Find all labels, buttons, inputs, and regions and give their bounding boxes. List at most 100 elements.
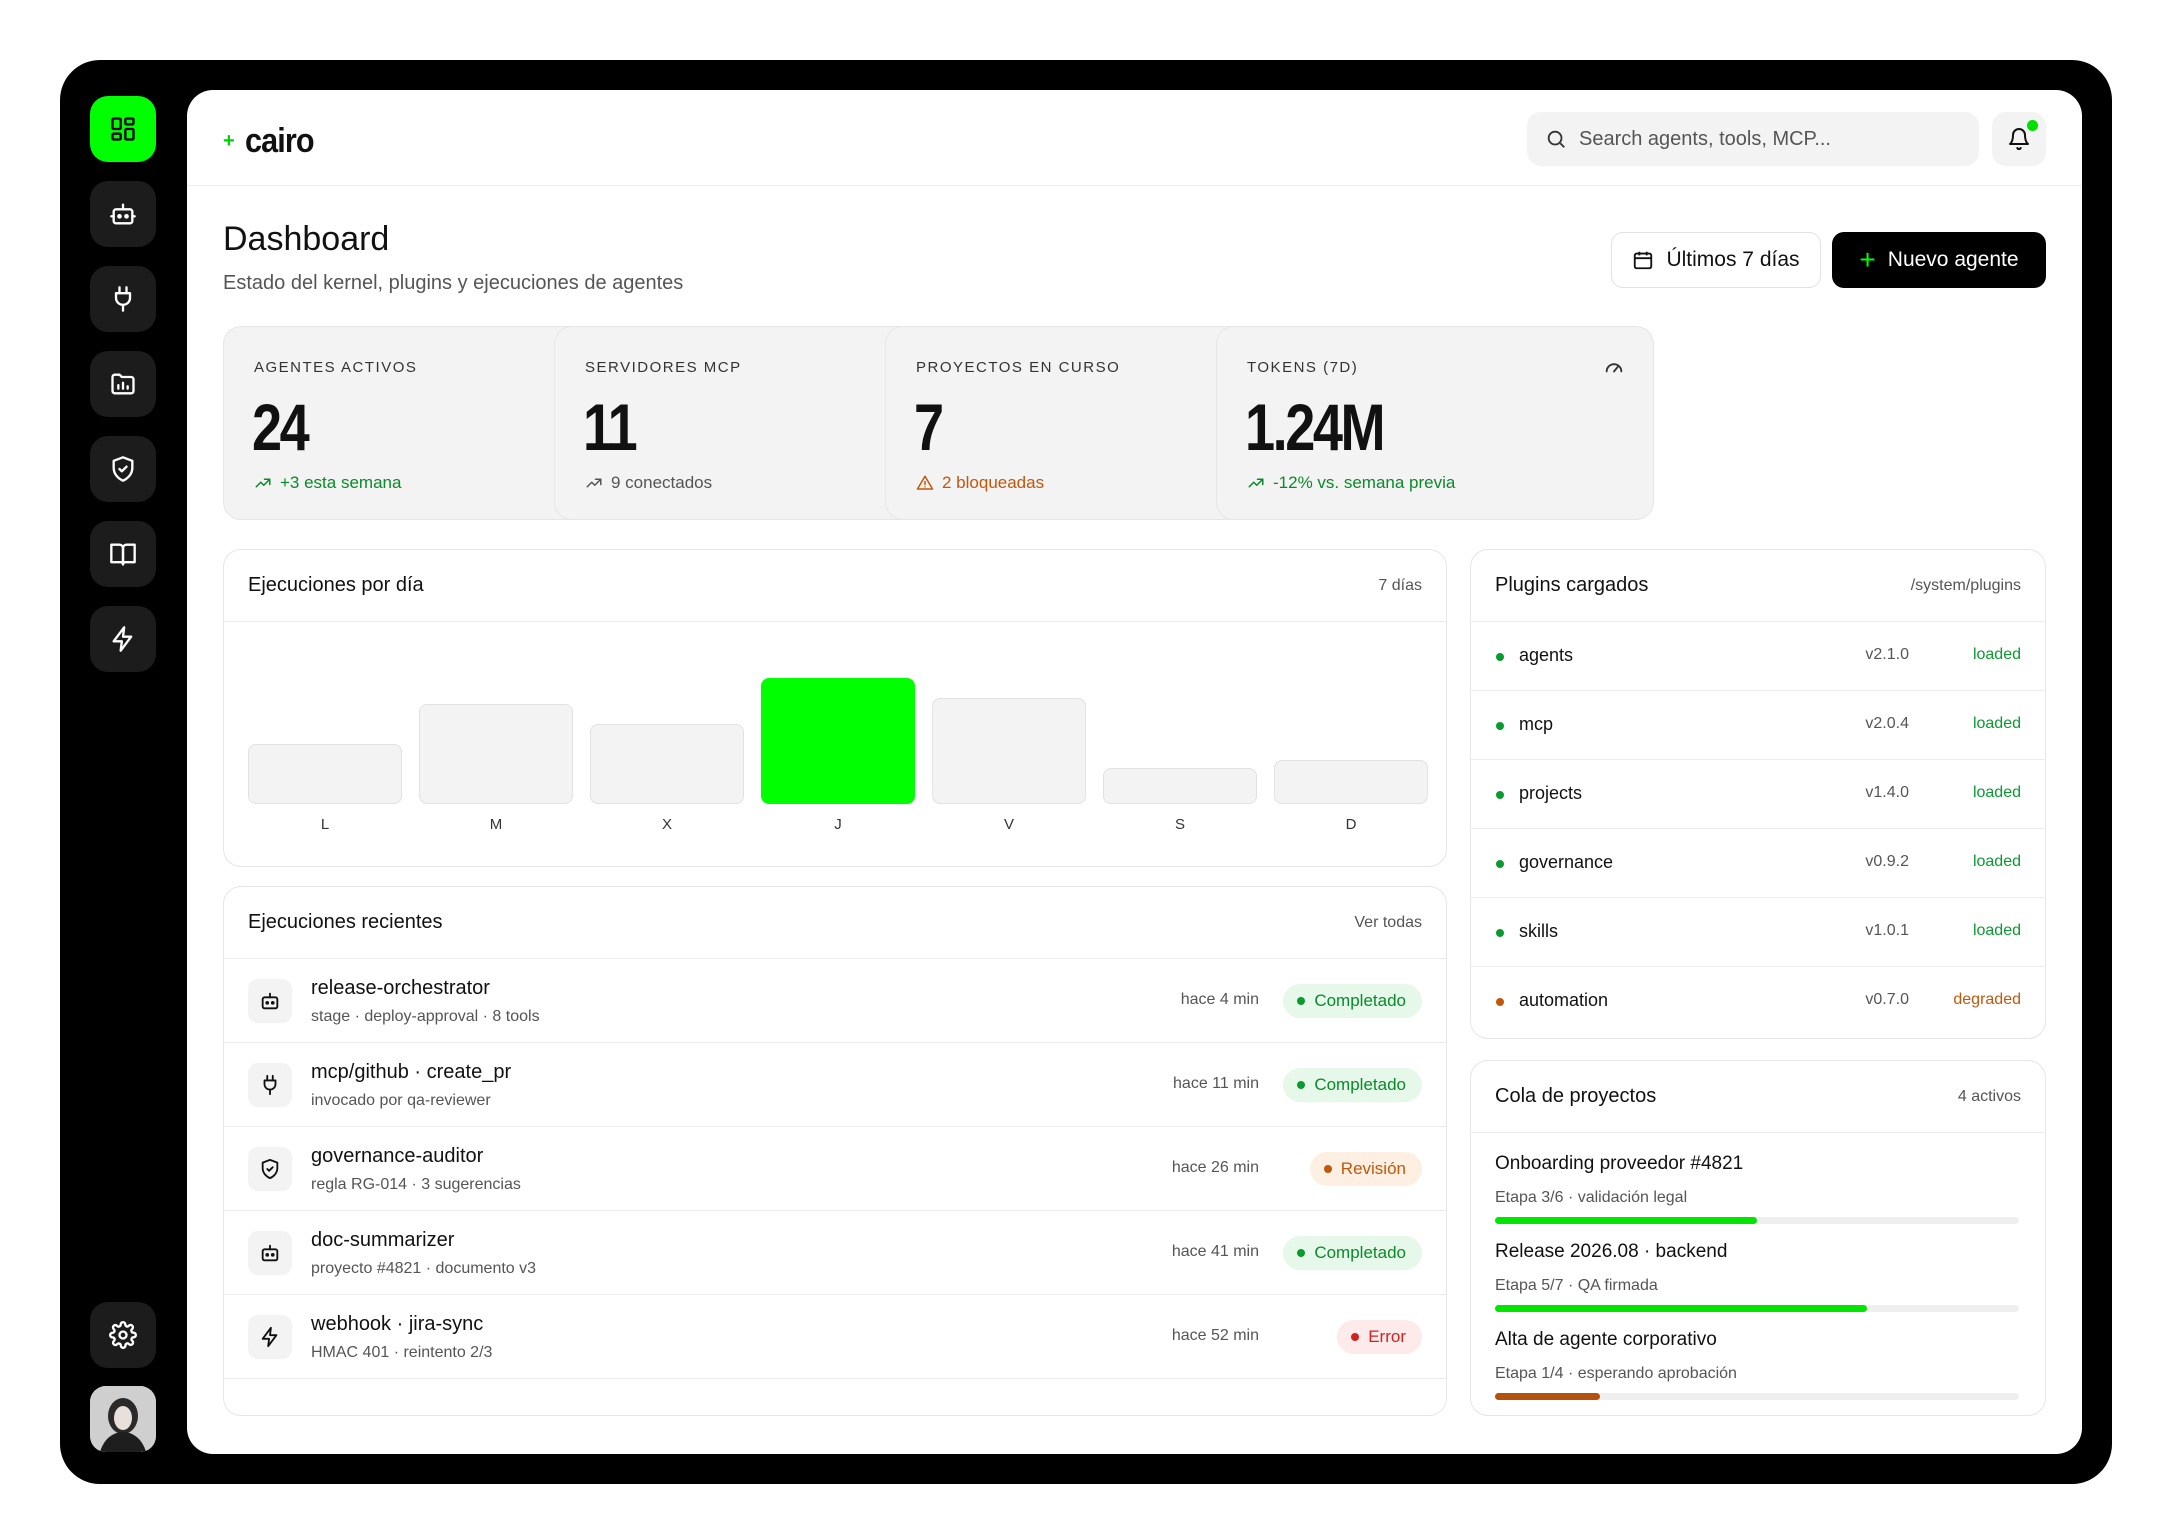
status-dot — [1323, 1165, 1332, 1173]
robot-icon — [261, 1244, 279, 1262]
sidebar-item-settings[interactable] — [90, 1302, 156, 1368]
stat-value: 7 — [914, 390, 944, 464]
project-stage: Etapa 1/4 · esperando aprobación — [1495, 1365, 1737, 1382]
chart-bar[interactable] — [1274, 760, 1428, 804]
stat-card-tokens[interactable]: Tokens (7d) 1.24M -12% vs. semana previa — [1216, 326, 1654, 520]
status-badge: Completado — [1283, 1068, 1422, 1102]
trend-up-icon — [586, 478, 602, 488]
status-dot — [1297, 1081, 1306, 1089]
user-avatar[interactable] — [90, 1386, 156, 1452]
trend-up-icon — [255, 478, 271, 488]
search-icon — [1547, 130, 1565, 148]
plugins-path: /system/plugins — [1910, 576, 2021, 594]
plugin-status-dot — [1496, 998, 1504, 1006]
plugin-status: loaded — [1972, 922, 2021, 939]
stat-foot: -12% vs. semana previa — [1273, 473, 1456, 492]
chart-bar[interactable] — [248, 744, 402, 804]
search-box[interactable] — [1527, 112, 1979, 166]
project-stage: Etapa 3/6 · validación legal — [1495, 1189, 1688, 1206]
execution-name: doc-summarizer — [311, 1229, 455, 1251]
sidebar-item-automation[interactable] — [90, 606, 156, 672]
plugin-name: projects — [1519, 783, 1583, 803]
chart-bar[interactable] — [419, 704, 573, 804]
execution-detail: stage · deploy-approval · 8 tools — [311, 1008, 540, 1025]
project-queue-item[interactable]: Onboarding proveedor #4821 Etapa 3/6 · va… — [1471, 1133, 2045, 1224]
project-queue-item[interactable]: Release 2026.08 · backend Etapa 5/7 · QA … — [1471, 1221, 2045, 1312]
warning-icon — [916, 475, 934, 490]
chart-bar[interactable] — [1103, 768, 1257, 804]
execution-row[interactable]: webhook · jira-sync HMAC 401 · reintento … — [224, 1295, 1446, 1379]
notification-dot — [2027, 120, 2038, 131]
execution-detail: proyecto #4821 · documento v3 — [311, 1260, 537, 1277]
sidebar — [90, 96, 156, 1452]
notifications-button[interactable] — [1992, 112, 2046, 166]
shield-check-icon — [112, 456, 134, 482]
plugins-card: Plugins cargados /system/plugins agents v… — [1470, 549, 2046, 1039]
plug-icon — [114, 286, 132, 312]
sidebar-item-skills[interactable] — [90, 521, 156, 587]
stat-foot: +3 esta semana — [280, 473, 402, 492]
sidebar-item-governance[interactable] — [90, 436, 156, 502]
robot-icon — [110, 203, 136, 225]
plugin-status-dot — [1496, 722, 1504, 730]
calendar-icon — [1634, 251, 1653, 270]
execution-row[interactable]: release-orchestrator stage · deploy-appro… — [224, 959, 1446, 1043]
plugin-version: v2.1.0 — [1865, 646, 1909, 663]
chart-bar[interactable] — [761, 678, 915, 804]
plugin-row[interactable]: skills v1.0.1 loaded — [1471, 898, 2045, 967]
status-badge: Completado — [1283, 984, 1422, 1018]
card-title: Cola de proyectos — [1495, 1085, 1657, 1107]
plugin-row[interactable]: mcp v2.0.4 loaded — [1471, 691, 2045, 760]
status-dot — [1297, 1249, 1306, 1257]
chart-tick-label: V — [1003, 816, 1014, 833]
stat-value: 24 — [252, 390, 310, 464]
sidebar-item-mcp[interactable] — [90, 266, 156, 332]
stat-label: Tokens (7d) — [1247, 359, 1359, 376]
execution-row[interactable]: governance-auditor regla RG-014 · 3 suger… — [224, 1127, 1446, 1211]
new-agent-label: Nuevo agente — [1887, 248, 2019, 271]
chart-bar[interactable] — [932, 698, 1086, 804]
stat-label: Servidores MCP — [585, 359, 742, 376]
main-panel: + cairo Dashboard Estado del kernel, plu… — [187, 90, 2082, 1454]
book-icon — [110, 543, 136, 566]
plugin-row[interactable]: projects v1.4.0 loaded — [1471, 760, 2045, 829]
plugin-row[interactable]: agents v2.1.0 loaded — [1471, 622, 2045, 691]
trend-up-icon — [1248, 478, 1264, 488]
bell-icon — [2009, 128, 2029, 151]
project-progress-fill — [1495, 1393, 1600, 1400]
sidebar-item-projects[interactable] — [90, 351, 156, 417]
sidebar-item-dashboard[interactable] — [90, 96, 156, 162]
execution-name: release-orchestrator — [311, 977, 490, 999]
project-name: Alta de agente corporativo — [1495, 1329, 1717, 1350]
project-queue-item[interactable]: Alta de agente corporativo Etapa 1/4 · es… — [1471, 1309, 2045, 1400]
recent-executions-card: Ejecuciones recientes Ver todas release-… — [223, 886, 1447, 1416]
logo-text: cairo — [244, 122, 315, 160]
status-text: Revisión — [1340, 1159, 1406, 1178]
card-title: Ejecuciones recientes — [248, 911, 443, 933]
logo[interactable]: + cairo — [223, 122, 321, 161]
card-title: Plugins cargados — [1495, 574, 1649, 596]
plug-icon — [263, 1074, 277, 1096]
stat-label: Agentes activos — [254, 359, 418, 376]
execution-row[interactable]: mcp/github · create_pr invocado por qa-re… — [224, 1043, 1446, 1127]
execution-name: webhook · jira-sync — [311, 1313, 484, 1335]
status-text: Completado — [1314, 1075, 1406, 1094]
project-name: Onboarding proveedor #4821 — [1495, 1153, 1744, 1174]
plugin-row[interactable]: governance v0.9.2 loaded — [1471, 829, 2045, 898]
execution-name: mcp/github · create_pr — [311, 1061, 512, 1083]
plugin-version: v2.0.4 — [1865, 715, 1909, 732]
avatar-image — [90, 1386, 156, 1452]
plugin-status: loaded — [1972, 715, 2021, 732]
plugin-row[interactable]: automation v0.7.0 degraded — [1471, 967, 2045, 1036]
view-all-link[interactable]: Ver todas — [1354, 914, 1422, 932]
new-agent-button[interactable]: + Nuevo agente — [1832, 232, 2046, 288]
execution-detail: invocado por qa-reviewer — [311, 1092, 491, 1109]
executions-chart-card: Ejecuciones por día 7 días L M X J V S D — [223, 549, 1447, 867]
search-input[interactable] — [1579, 127, 1959, 151]
execution-row[interactable]: doc-summarizer proyecto #4821 · documento… — [224, 1211, 1446, 1295]
plugin-status-dot — [1496, 653, 1504, 661]
plugin-status-dot — [1496, 929, 1504, 937]
chart-bar[interactable] — [590, 724, 744, 804]
date-range-button[interactable]: Últimos 7 días — [1611, 232, 1821, 288]
sidebar-item-agents[interactable] — [90, 181, 156, 247]
